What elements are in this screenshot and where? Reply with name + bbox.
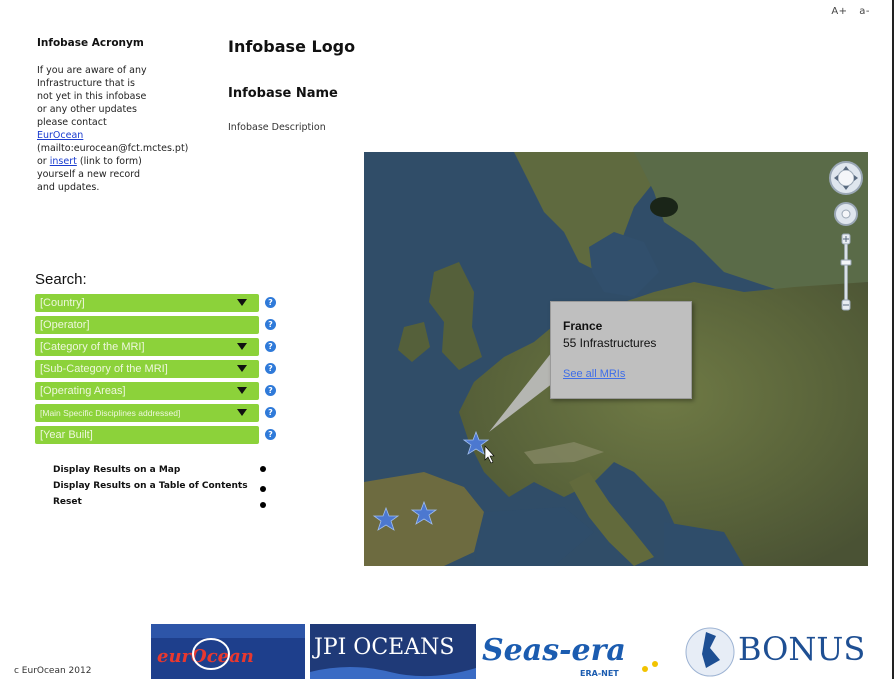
year-built-field-label: [Year Built]: [40, 429, 93, 441]
seas-era-logo[interactable]: Seas-era ERA-NET: [480, 624, 670, 679]
help-icon[interactable]: ?: [265, 341, 276, 352]
popup-country: France: [563, 319, 603, 333]
year-built-field[interactable]: [Year Built]: [35, 426, 259, 444]
help-icon[interactable]: ?: [265, 363, 276, 374]
country-select[interactable]: [Country]: [35, 294, 259, 312]
bonus-logo[interactable]: BONUS: [676, 624, 892, 679]
insert-link[interactable]: insert: [50, 156, 77, 167]
operating-areas-select-label: [Operating Areas]: [40, 385, 126, 397]
info-text-pre: If you are aware of any Infrastructure t…: [37, 65, 147, 128]
display-table-radio[interactable]: [260, 486, 266, 492]
category-select-label: [Category of the MRI]: [40, 341, 145, 353]
infobase-acronym: Infobase Acronym: [37, 37, 144, 49]
map-navigation-control[interactable]: [826, 156, 866, 316]
search-label: Search:: [35, 271, 87, 288]
sub-category-select-label: [Sub-Category of the MRI]: [40, 363, 168, 375]
infobase-name: Infobase Name: [228, 86, 338, 101]
page: A+ a- Infobase Acronym If you are aware …: [0, 0, 894, 679]
eurocean-logo[interactable]: eurOcean: [151, 624, 305, 679]
map-popup: France 55 Infrastructures See all MRIs: [550, 301, 692, 399]
disciplines-select-label: [Main Specific Disciplines addressed]: [40, 408, 181, 418]
chevron-down-icon: [237, 409, 247, 416]
eurocean-link[interactable]: EurOcean: [37, 130, 83, 141]
help-icon[interactable]: ?: [265, 297, 276, 308]
infobase-description: Infobase Description: [228, 122, 326, 133]
display-table-option[interactable]: Display Results on a Table of Contents: [53, 481, 248, 491]
eurocean-logo-text: eurOcean: [157, 646, 254, 667]
font-larger-button[interactable]: A+: [831, 6, 847, 17]
jpi-oceans-logo-text: JPI OCEANS: [312, 635, 454, 660]
help-icon[interactable]: ?: [265, 385, 276, 396]
reset-radio[interactable]: [260, 502, 266, 508]
see-all-mris-link[interactable]: See all MRIs: [563, 368, 625, 380]
font-smaller-button[interactable]: a-: [859, 6, 870, 17]
chevron-down-icon: [237, 365, 247, 372]
chevron-down-icon: [237, 299, 247, 306]
copyright: c EurOcean 2012: [14, 666, 92, 676]
operator-field[interactable]: [Operator]: [35, 316, 259, 334]
help-icon[interactable]: ?: [265, 407, 276, 418]
operating-areas-select[interactable]: [Operating Areas]: [35, 382, 259, 400]
disciplines-select[interactable]: [Main Specific Disciplines addressed]: [35, 404, 259, 422]
popup-count: 55 Infrastructures: [563, 336, 657, 350]
zoom-slider[interactable]: [844, 243, 848, 301]
category-select[interactable]: [Category of the MRI]: [35, 338, 259, 356]
operator-field-label: [Operator]: [40, 319, 90, 331]
bonus-logo-text: BONUS: [738, 630, 865, 668]
chevron-down-icon: [237, 343, 247, 350]
sub-category-select[interactable]: [Sub-Category of the MRI]: [35, 360, 259, 378]
display-on-map-radio[interactable]: [260, 466, 266, 472]
reset-option[interactable]: Reset: [53, 497, 82, 507]
zoom-slider-handle[interactable]: [840, 259, 852, 266]
help-icon[interactable]: ?: [265, 429, 276, 440]
jpi-oceans-logo[interactable]: JPI OCEANS: [310, 624, 476, 679]
update-info-text: If you are aware of any Infrastructure t…: [37, 64, 188, 194]
era-net-text: ERA-NET: [580, 669, 619, 678]
help-icon[interactable]: ?: [265, 319, 276, 330]
seas-era-logo-text: Seas-era: [482, 633, 626, 668]
country-select-label: [Country]: [40, 297, 85, 309]
display-on-map-option[interactable]: Display Results on a Map: [53, 465, 180, 475]
chevron-down-icon: [237, 387, 247, 394]
font-size-controls: A+ a-: [823, 6, 870, 17]
infobase-logo: Infobase Logo: [228, 37, 356, 56]
